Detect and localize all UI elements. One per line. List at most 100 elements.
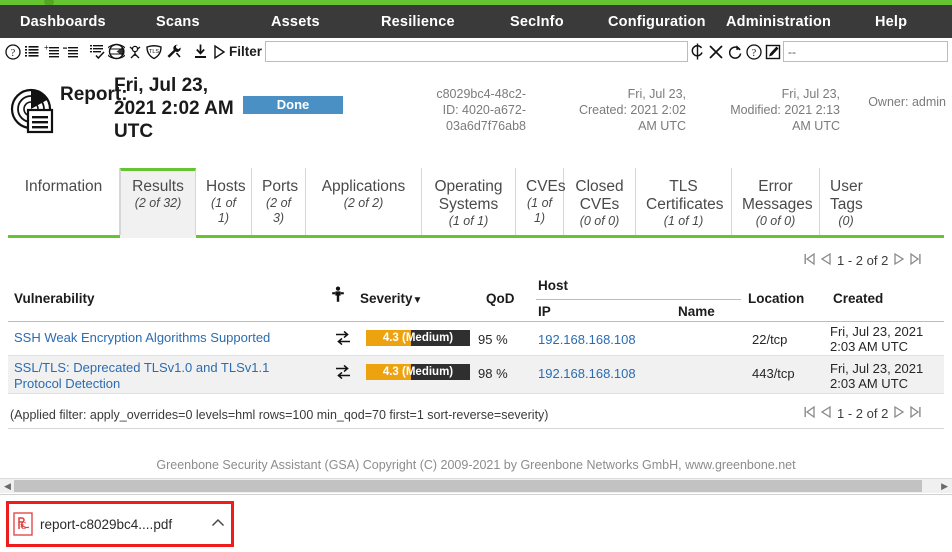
tab-information[interactable]: Information: [8, 168, 120, 236]
filter-input[interactable]: [265, 41, 688, 62]
cell-host-ip[interactable]: 192.168.168.108: [538, 366, 636, 381]
last-page-button[interactable]: [908, 252, 923, 269]
svg-text:?: ?: [11, 48, 16, 59]
tab-count: (2 of 3): [265, 196, 291, 225]
nav-item-administration[interactable]: Administration: [720, 14, 837, 30]
nav-item-configuration[interactable]: Configuration: [602, 14, 712, 30]
cell-vulnerability: SSL/TLS: Deprecated TLSv1.0 and TLSv1.1 …: [14, 360, 314, 392]
reset-icon[interactable]: [726, 42, 744, 62]
vulnerability-link[interactable]: SSL/TLS: Deprecated TLSv1.0 and TLSv1.1 …: [14, 360, 269, 391]
report-created: Fri, Jul 23, Created: 2021 2:02 AM UTC: [556, 86, 686, 134]
tab-operating-systems[interactable]: Operating Systems (1 of 1): [422, 168, 516, 236]
cell-host-ip[interactable]: 192.168.168.108: [538, 332, 636, 347]
tab-applications[interactable]: Applications (2 of 2): [306, 168, 422, 236]
first-page-button-bottom[interactable]: [802, 405, 817, 422]
column-header-severity-label: Severity: [360, 291, 413, 306]
column-header-vulnerability[interactable]: Vulnerability: [14, 291, 95, 306]
report-modified-line2: Modified: 2021 2:13: [730, 103, 840, 117]
nav-item-help[interactable]: Help: [869, 14, 913, 30]
play-icon[interactable]: [210, 42, 228, 62]
tab-count: (0): [838, 214, 854, 228]
globe-icon[interactable]: [107, 42, 125, 62]
first-page-button[interactable]: [802, 252, 817, 269]
tls-shield-icon[interactable]: TLS: [145, 42, 163, 62]
report-radar-icon: [10, 88, 56, 134]
list-add-icon[interactable]: +: [42, 42, 60, 62]
tab-count: (1 of 1): [448, 214, 489, 228]
solution-type-icon[interactable]: [330, 286, 346, 308]
help-circle-icon[interactable]: ?: [745, 42, 763, 62]
scroll-right-icon[interactable]: ▶: [941, 481, 948, 491]
cell-location: 22/tcp: [752, 332, 788, 347]
tab-label: Ports: [262, 178, 299, 195]
tab-user-tags[interactable]: User Tags (0): [820, 168, 872, 236]
tab-label: Closed CVEs: [575, 178, 624, 213]
report-owner: Owner: admin: [868, 95, 946, 109]
cell-created-line2: 2:03 AM UTC: [830, 339, 909, 354]
update-icon[interactable]: [688, 42, 706, 62]
active-tab-notch: [120, 235, 196, 238]
column-header-ip[interactable]: IP: [538, 304, 551, 319]
tab-error-messages[interactable]: Error Messages (0 of 0): [732, 168, 820, 236]
report-modified-line1: Fri, Jul 23,: [781, 87, 840, 101]
download-item[interactable]: € report-c8029bc4....pdf: [12, 507, 228, 541]
list-icon[interactable]: [23, 42, 41, 62]
tab-cves[interactable]: CVEs (1 of 1): [516, 168, 566, 236]
tab-results[interactable]: Results (2 of 32): [120, 168, 196, 236]
previous-page-button-bottom[interactable]: [819, 405, 833, 422]
severity-label: 4.3 (Medium): [382, 366, 454, 378]
previous-page-button[interactable]: [819, 252, 833, 269]
mitigation-icon: [334, 363, 352, 384]
download-file-name: report-c8029bc4....pdf: [40, 516, 173, 532]
severity-badge: 4.3 (Medium): [366, 364, 470, 380]
column-header-created[interactable]: Created: [833, 291, 883, 306]
edit-icon[interactable]: [764, 42, 782, 62]
nav-item-assets[interactable]: Assets: [265, 14, 326, 30]
tab-label: Results: [132, 178, 184, 195]
tab-ports[interactable]: Ports (2 of 3): [252, 168, 306, 236]
nav-item-dashboards[interactable]: Dashboards: [14, 14, 112, 30]
last-page-button-bottom[interactable]: [908, 405, 923, 422]
horizontal-scrollbar[interactable]: ◀ ▶: [0, 478, 952, 493]
report-label: Report:: [60, 84, 128, 105]
download-icon[interactable]: [191, 42, 209, 62]
status-badge: Done: [243, 96, 343, 114]
list-remove-icon[interactable]: [61, 42, 79, 62]
filter-name-input[interactable]: [783, 41, 948, 62]
scrollbar-thumb[interactable]: [14, 480, 922, 492]
close-icon[interactable]: [707, 42, 725, 62]
next-page-button-bottom[interactable]: [892, 405, 906, 422]
column-header-severity[interactable]: Severity▼: [360, 291, 422, 306]
tab-label: Information: [24, 178, 103, 195]
help-icon[interactable]: ?: [4, 42, 22, 62]
tab-tls-certificates[interactable]: TLS Certificates (1 of 1): [636, 168, 732, 236]
tab-label: Hosts: [206, 178, 246, 195]
report-created-line2: Created: 2021 2:02: [578, 103, 686, 117]
vulnerability-link[interactable]: SSH Weak Encryption Algorithms Supported: [14, 330, 270, 345]
host-header-divider: [536, 299, 741, 300]
column-header-qod[interactable]: QoD: [486, 291, 515, 306]
tab-hosts[interactable]: Hosts (1 of 1): [196, 168, 252, 236]
chevron-up-icon[interactable]: [208, 515, 228, 533]
nav-item-resilience[interactable]: Resilience: [375, 14, 461, 30]
biohazard-icon[interactable]: [126, 42, 144, 62]
column-header-location[interactable]: Location: [748, 291, 804, 306]
tab-closed-cves[interactable]: Closed CVEs (0 of 0): [564, 168, 636, 236]
report-tabs: Information Results (2 of 32) Hosts (1 of 1)…: [0, 168, 952, 238]
sort-descending-icon[interactable]: ▼: [413, 295, 423, 306]
scroll-left-icon[interactable]: ◀: [4, 481, 11, 491]
next-page-button[interactable]: [892, 252, 906, 269]
nav-item-secinfo[interactable]: SecInfo: [504, 14, 570, 30]
results-table: Vulnerability Severity▼ QoD Host IP Name…: [8, 276, 944, 394]
tab-label: User Tags: [830, 178, 863, 213]
pagination-count: 1 - 2 of 2: [837, 253, 889, 268]
column-header-host-name[interactable]: Name: [678, 304, 715, 319]
nav-item-scans[interactable]: Scans: [150, 14, 206, 30]
wrench-icon[interactable]: [164, 42, 182, 62]
report-check-icon[interactable]: [88, 42, 106, 62]
report-id-line2: ID: 4020-a672-: [442, 103, 526, 117]
report-modified: Fri, Jul 23, Modified: 2021 2:13 AM UTC: [700, 86, 840, 134]
mitigation-icon: [334, 329, 352, 350]
applied-filter-text: (Applied filter: apply_overrides=0 level…: [10, 408, 549, 422]
tab-label: Applications: [321, 178, 406, 195]
